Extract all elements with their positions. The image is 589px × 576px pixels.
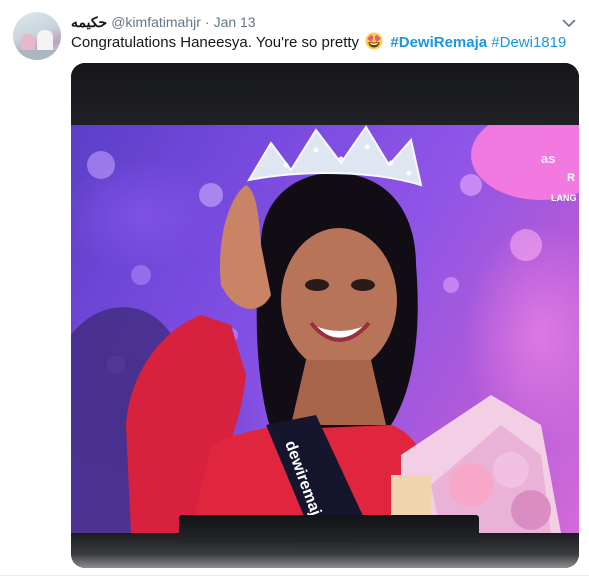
tv-stand	[179, 515, 479, 543]
logo-glow	[471, 125, 579, 200]
tweet-body: Congratulations Haneesya. You're so pret…	[71, 34, 360, 51]
tv-bezel-top	[71, 63, 579, 125]
avatar[interactable]	[13, 12, 61, 60]
user-handle[interactable]: @kimfatimahjr	[111, 14, 201, 30]
photo-scene: as R LANG dewiremaja	[71, 125, 579, 533]
overlay-text: LANG	[551, 193, 577, 203]
avatar-ground	[13, 50, 61, 60]
display-name[interactable]: حكيمه	[71, 14, 107, 31]
tv-screen: as R LANG dewiremaja	[71, 125, 579, 533]
tweet-header: حكيمه @kimfatimahjr · Jan 13	[71, 12, 256, 32]
eye-left	[305, 279, 329, 291]
heart-eyes-emoji-icon	[365, 32, 383, 50]
neck	[291, 360, 386, 425]
eye-right	[351, 279, 375, 291]
bouquet	[391, 395, 561, 533]
tweet-photo[interactable]: as R LANG dewiremaja	[71, 63, 579, 568]
tweet-text: Congratulations Haneesya. You're so pret…	[71, 32, 571, 53]
tweet-date[interactable]: Jan 13	[214, 14, 256, 30]
face	[281, 228, 397, 372]
hashtag-link[interactable]: #DewiRemaja	[390, 34, 487, 51]
overlay-text: as	[541, 151, 555, 166]
hashtag-link[interactable]: #Dewi1819	[491, 34, 566, 51]
avatar-figure-right	[37, 30, 53, 52]
tweet[interactable]: حكيمه @kimfatimahjr · Jan 13 Congratulat…	[0, 0, 589, 576]
overlay-text: R	[567, 172, 575, 184]
separator-dot: ·	[204, 14, 210, 30]
chevron-down-icon[interactable]	[560, 14, 578, 32]
